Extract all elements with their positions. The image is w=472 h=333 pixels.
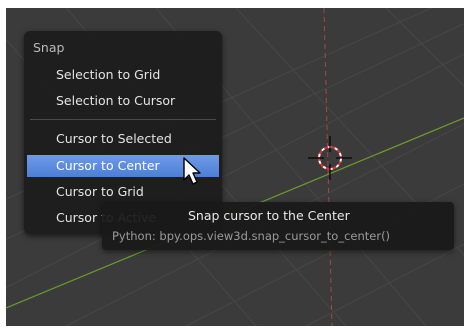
menu-title: Snap (33, 40, 65, 55)
menu-item-selection-to-cursor[interactable]: Selection to Cursor (27, 90, 219, 112)
tooltip-title: Snap cursor to the Center (188, 208, 350, 223)
tooltip-python-path: Python: bpy.ops.view3d.snap_cursor_to_ce… (112, 229, 391, 243)
menu-item-selection-to-grid[interactable]: Selection to Grid (27, 64, 219, 86)
3d-cursor-icon[interactable] (308, 136, 352, 180)
mouse-pointer-icon (183, 157, 201, 185)
menu-item-cursor-to-selected[interactable]: Cursor to Selected (27, 128, 219, 150)
tooltip: Snap cursor to the Center Python: bpy.op… (102, 202, 454, 250)
menu-separator (30, 119, 216, 120)
